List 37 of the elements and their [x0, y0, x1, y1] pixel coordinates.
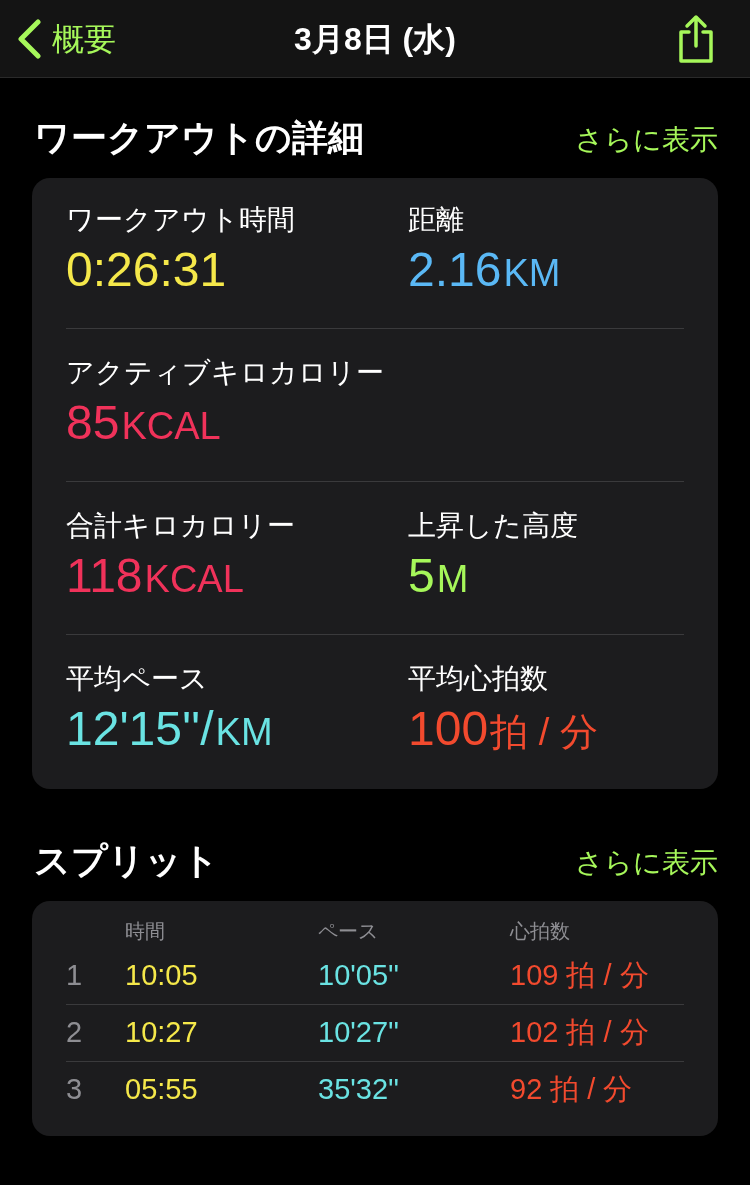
nav-title: 3月8日 (水) [294, 19, 456, 59]
split-pace: 10'05'' [318, 957, 401, 993]
metric-value: 0:26:31 [66, 242, 227, 298]
split-time: 10:05 [125, 957, 199, 993]
show-more-link[interactable]: さらに表示 [575, 120, 718, 160]
split-heart-rate: 109 拍 / 分 [510, 957, 649, 993]
metric-label: 合計キロカロリー [66, 509, 296, 543]
metric-value: 5M [408, 548, 469, 604]
metric-value: 12'15''/KM [66, 701, 273, 757]
metric-value: 100拍 / 分 [408, 701, 598, 757]
metric-label: 平均ペース [66, 662, 209, 696]
split-time: 05:55 [125, 1072, 199, 1108]
split-pace: 10'27'' [318, 1015, 401, 1051]
metric-label: 平均心拍数 [408, 662, 549, 696]
metric-value: 2.16KM [408, 242, 561, 298]
chevron-left-icon [16, 18, 42, 59]
split-heart-rate: 92 拍 / 分 [510, 1072, 633, 1108]
metric-label: ワークアウト時間 [66, 203, 296, 237]
share-icon[interactable] [676, 13, 716, 64]
split-number: 1 [66, 957, 84, 993]
split-pace: 35'32'' [318, 1072, 401, 1108]
split-time: 10:27 [125, 1015, 199, 1051]
column-header: ペース [318, 919, 379, 944]
column-header: 時間 [125, 919, 166, 944]
section-title: ワークアウトの詳細 [34, 116, 364, 160]
metric-label: 距離 [408, 203, 465, 237]
split-number: 3 [66, 1072, 84, 1108]
metric-value: 85KCAL [66, 395, 221, 451]
metric-label: 上昇した高度 [408, 509, 579, 543]
back-button[interactable]: 概要 [16, 14, 116, 63]
metric-label: アクティブキロカロリー [66, 356, 385, 390]
column-header: 心拍数 [510, 919, 570, 944]
metric-value: 118KCAL [66, 548, 244, 604]
section-title: スプリット [34, 839, 219, 883]
split-heart-rate: 102 拍 / 分 [510, 1015, 649, 1051]
split-number: 2 [66, 1015, 84, 1051]
show-more-link[interactable]: さらに表示 [575, 843, 718, 883]
